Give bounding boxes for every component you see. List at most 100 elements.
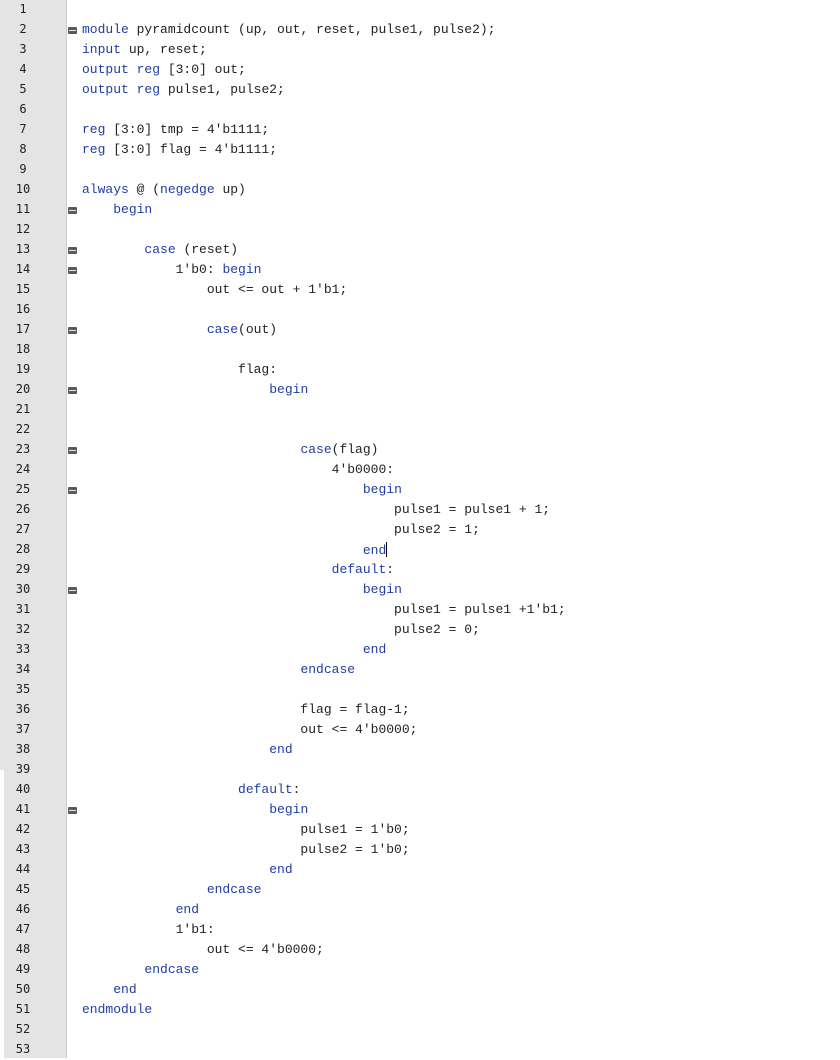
fold-collapse-icon[interactable]: [68, 447, 77, 454]
code-line[interactable]: 27 pulse2 = 1;: [0, 520, 840, 540]
fold-collapse-icon[interactable]: [68, 587, 77, 594]
code-line[interactable]: 33 end: [0, 640, 840, 660]
code-line[interactable]: 15 out <= out + 1'b1;: [0, 280, 840, 300]
code-text[interactable]: 4'b0000:: [82, 462, 394, 477]
code-line[interactable]: 43 pulse2 = 1'b0;: [0, 840, 840, 860]
code-line[interactable]: 38 end: [0, 740, 840, 760]
code-text[interactable]: default:: [82, 782, 300, 797]
code-text[interactable]: pulse2 = 1'b0;: [82, 842, 409, 857]
code-text[interactable]: 1'b1:: [82, 922, 215, 937]
code-line[interactable]: 6: [0, 100, 840, 120]
code-line[interactable]: 51 endmodule: [0, 1000, 840, 1020]
code-line[interactable]: 24 4'b0000:: [0, 460, 840, 480]
code-line[interactable]: 23 case(flag): [0, 440, 840, 460]
code-line[interactable]: 41 begin: [0, 800, 840, 820]
fold-collapse-icon[interactable]: [68, 327, 77, 334]
code-line[interactable]: 17 case(out): [0, 320, 840, 340]
code-text[interactable]: pulse2 = 0;: [82, 622, 480, 637]
code-line[interactable]: 45 endcase: [0, 880, 840, 900]
code-text[interactable]: pulse1 = pulse1 + 1;: [82, 502, 550, 517]
code-line[interactable]: 12: [0, 220, 840, 240]
code-text[interactable]: endcase: [82, 662, 355, 677]
code-line[interactable]: 31 pulse1 = pulse1 +1'b1;: [0, 600, 840, 620]
code-line[interactable]: 44 end: [0, 860, 840, 880]
code-text[interactable]: flag = flag-1;: [82, 702, 409, 717]
code-line[interactable]: 9: [0, 160, 840, 180]
code-line[interactable]: 32 pulse2 = 0;: [0, 620, 840, 640]
code-lines[interactable]: 1 2 module pyramidcount (up, out, reset, p…: [0, 0, 840, 1060]
code-line[interactable]: 53: [0, 1040, 840, 1060]
code-line[interactable]: 50 end: [0, 980, 840, 1000]
code-text[interactable]: input up, reset;: [82, 42, 207, 57]
fold-collapse-icon[interactable]: [68, 267, 77, 274]
code-text[interactable]: endcase: [82, 962, 199, 977]
code-line[interactable]: 11 begin: [0, 200, 840, 220]
code-editor[interactable]: 1 2 module pyramidcount (up, out, reset, p…: [0, 0, 840, 1058]
code-line[interactable]: 16: [0, 300, 840, 320]
code-line[interactable]: 35: [0, 680, 840, 700]
code-line[interactable]: 1: [0, 0, 840, 20]
code-text[interactable]: end: [82, 902, 199, 917]
code-text[interactable]: begin: [82, 382, 308, 397]
code-text[interactable]: endcase: [82, 882, 262, 897]
code-line[interactable]: 10 always @ (negedge up): [0, 180, 840, 200]
code-line[interactable]: 18: [0, 340, 840, 360]
code-text[interactable]: reg [3:0] flag = 4'b1111;: [82, 142, 277, 157]
code-line[interactable]: 52: [0, 1020, 840, 1040]
fold-collapse-icon[interactable]: [68, 487, 77, 494]
code-text[interactable]: begin: [82, 582, 402, 597]
code-line[interactable]: 47 1'b1:: [0, 920, 840, 940]
code-line[interactable]: 46 end: [0, 900, 840, 920]
code-text[interactable]: pulse1 = pulse1 +1'b1;: [82, 602, 566, 617]
code-text[interactable]: out <= 4'b0000;: [82, 722, 417, 737]
code-line[interactable]: 25 begin: [0, 480, 840, 500]
code-line[interactable]: 28 end: [0, 540, 840, 560]
code-line[interactable]: 39: [0, 760, 840, 780]
code-line[interactable]: 37 out <= 4'b0000;: [0, 720, 840, 740]
code-text[interactable]: pulse1 = 1'b0;: [82, 822, 409, 837]
code-line[interactable]: 42 pulse1 = 1'b0;: [0, 820, 840, 840]
code-text[interactable]: end: [82, 742, 292, 757]
fold-collapse-icon[interactable]: [68, 247, 77, 254]
code-line[interactable]: 13 case (reset): [0, 240, 840, 260]
code-line[interactable]: 19 flag:: [0, 360, 840, 380]
code-line[interactable]: 36 flag = flag-1;: [0, 700, 840, 720]
code-text[interactable]: case (reset): [82, 242, 238, 257]
code-line[interactable]: 20 begin: [0, 380, 840, 400]
code-text[interactable]: out <= 4'b0000;: [82, 942, 324, 957]
code-line[interactable]: 30 begin: [0, 580, 840, 600]
code-text[interactable]: module pyramidcount (up, out, reset, pul…: [82, 22, 495, 37]
code-line[interactable]: 14 1'b0: begin: [0, 260, 840, 280]
code-line[interactable]: 3 input up, reset;: [0, 40, 840, 60]
code-text[interactable]: end: [82, 542, 388, 558]
code-text[interactable]: end: [82, 982, 136, 997]
code-text[interactable]: out <= out + 1'b1;: [82, 282, 347, 297]
code-text[interactable]: output reg [3:0] out;: [82, 62, 246, 77]
code-line[interactable]: 34 endcase: [0, 660, 840, 680]
code-text[interactable]: end: [82, 862, 292, 877]
code-text[interactable]: case(flag): [82, 442, 378, 457]
code-line[interactable]: 48 out <= 4'b0000;: [0, 940, 840, 960]
code-line[interactable]: 8 reg [3:0] flag = 4'b1111;: [0, 140, 840, 160]
code-line[interactable]: 26 pulse1 = pulse1 + 1;: [0, 500, 840, 520]
code-text[interactable]: flag:: [82, 362, 277, 377]
code-text[interactable]: always @ (negedge up): [82, 182, 246, 197]
fold-collapse-icon[interactable]: [68, 807, 77, 814]
code-line[interactable]: 2 module pyramidcount (up, out, reset, pu…: [0, 20, 840, 40]
fold-collapse-icon[interactable]: [68, 207, 77, 214]
fold-collapse-icon[interactable]: [68, 387, 77, 394]
code-text[interactable]: endmodule: [82, 1002, 152, 1017]
code-text[interactable]: case(out): [82, 322, 277, 337]
code-text[interactable]: end: [82, 642, 386, 657]
code-line[interactable]: 49 endcase: [0, 960, 840, 980]
code-line[interactable]: 4 output reg [3:0] out;: [0, 60, 840, 80]
code-line[interactable]: 21: [0, 400, 840, 420]
code-text[interactable]: output reg pulse1, pulse2;: [82, 82, 285, 97]
fold-collapse-icon[interactable]: [68, 27, 77, 34]
code-text[interactable]: begin: [82, 482, 402, 497]
code-text[interactable]: begin: [82, 802, 308, 817]
code-line[interactable]: 29 default:: [0, 560, 840, 580]
code-text[interactable]: 1'b0: begin: [82, 262, 262, 277]
code-text[interactable]: begin: [82, 202, 152, 217]
code-line[interactable]: 22: [0, 420, 840, 440]
